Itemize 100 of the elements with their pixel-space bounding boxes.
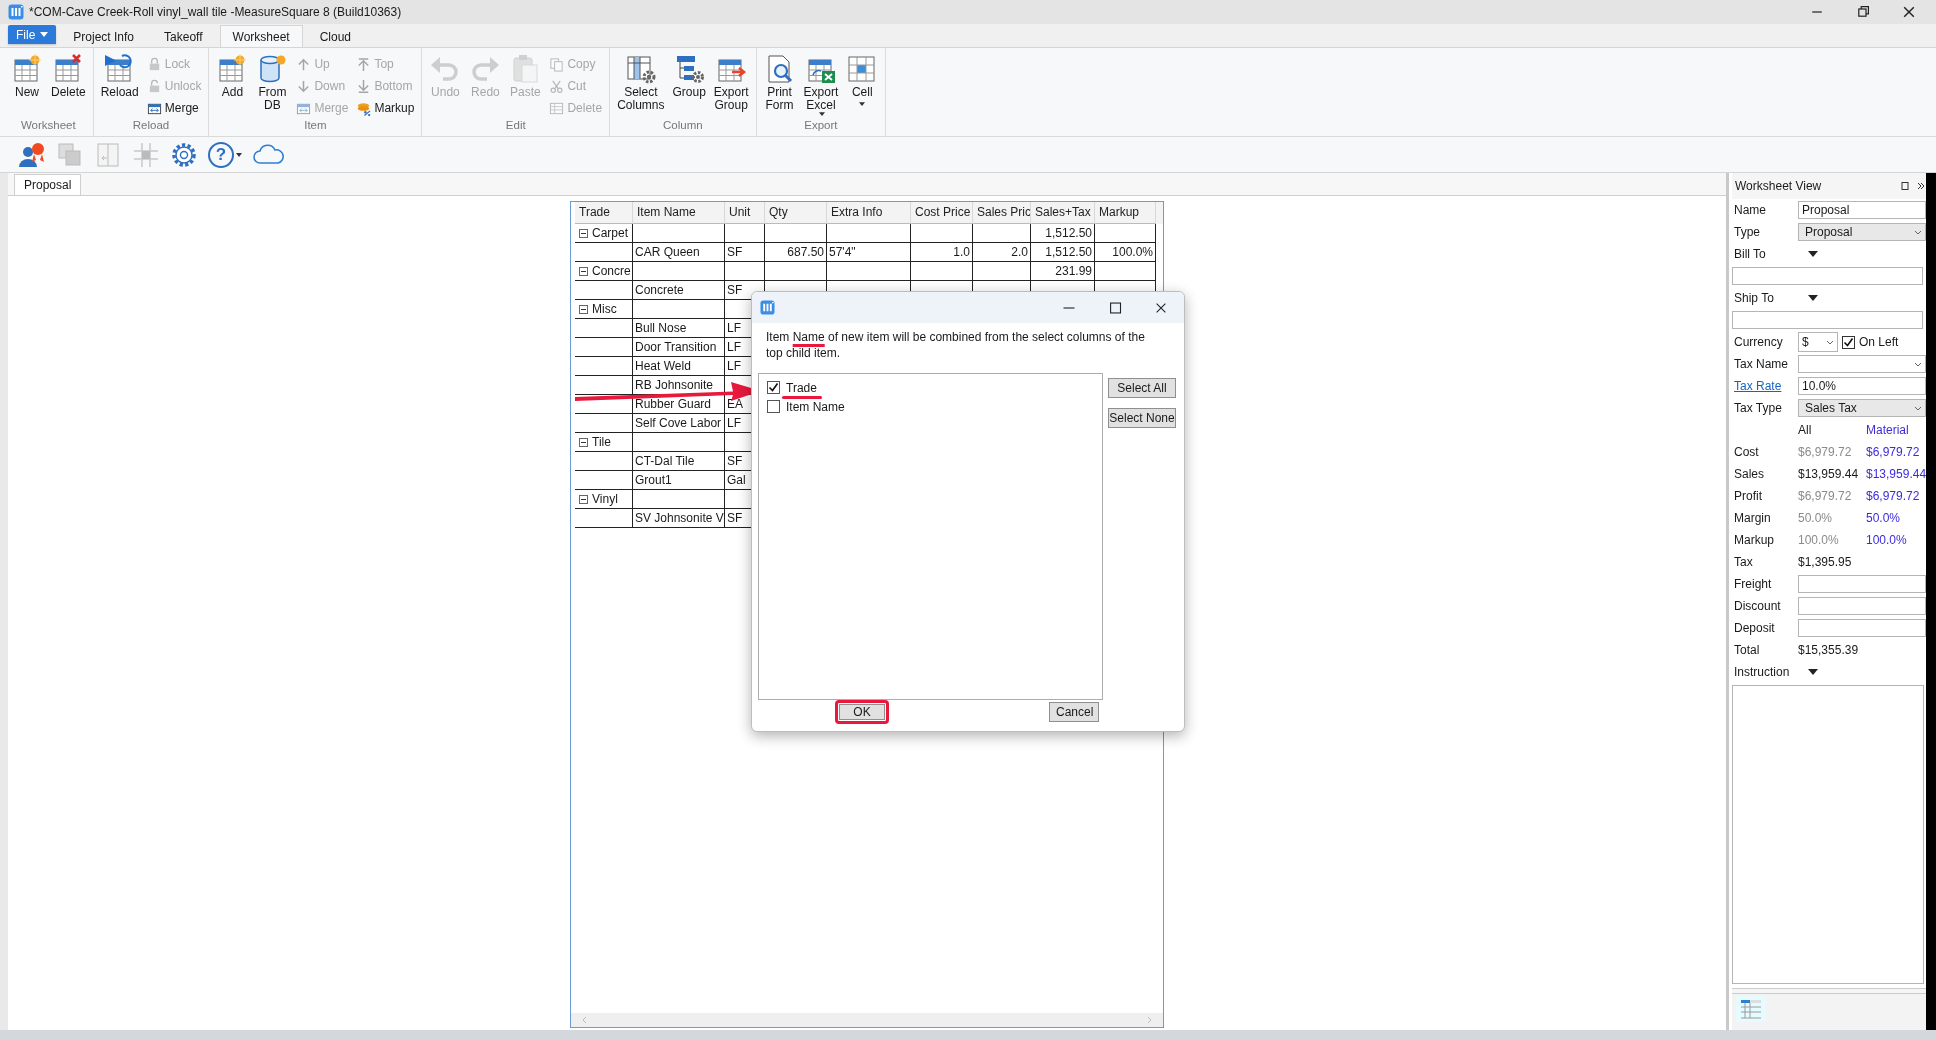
help-button[interactable]: ? [208, 141, 234, 168]
text-field[interactable] [1798, 619, 1926, 637]
group-name: Carpet [592, 225, 629, 242]
user-award-icon[interactable] [18, 140, 46, 169]
column-header[interactable]: Sales Pric [973, 202, 1031, 224]
table-cell: 687.50 [765, 243, 827, 262]
text-field[interactable] [1732, 311, 1923, 329]
checkbox[interactable] [767, 400, 780, 413]
group-name: Vinyl [592, 491, 618, 508]
checkbox-label: Trade [786, 380, 817, 395]
dropdown-field[interactable] [1798, 355, 1926, 373]
table-cell: Heat Weld [633, 357, 725, 376]
table-cell: Self Cove Labor [633, 414, 725, 433]
column-header[interactable]: Cost Price [911, 202, 973, 224]
table-cell: SF [725, 243, 765, 262]
ribbon-button[interactable]: Print Form [760, 50, 799, 112]
checkbox[interactable] [1842, 335, 1855, 349]
column-header[interactable]: Item Name [633, 202, 725, 224]
ribbon-button[interactable]: Reload [97, 50, 142, 99]
summary-value: $6,979.72 [1866, 489, 1921, 503]
table-icon[interactable] [1736, 996, 1766, 1022]
collapse-icon[interactable] [579, 228, 588, 238]
field-label: Instruction [1734, 665, 1791, 679]
column-header[interactable]: Unit [725, 202, 765, 224]
table-cell: Door Transition [633, 338, 725, 357]
text-field[interactable] [1732, 267, 1923, 285]
cloud-icon[interactable] [252, 142, 286, 167]
dropdown-field[interactable]: Sales Tax [1798, 399, 1926, 417]
column-header[interactable]: Markup [1095, 202, 1156, 224]
ok-button[interactable]: OK [839, 704, 885, 720]
table-cell: Bull Nose [633, 319, 725, 338]
text-field[interactable]: Proposal [1798, 201, 1926, 219]
maximize-icon[interactable] [1900, 181, 1910, 191]
ribbon-button[interactable]: From DB [253, 50, 292, 112]
column-header[interactable]: Qty [765, 202, 827, 224]
table-cell: 57'4" [827, 243, 911, 262]
double-chevron-icon[interactable] [1916, 181, 1926, 191]
ribbon-tab[interactable]: Project Info [60, 25, 148, 47]
settings-icon[interactable] [170, 140, 198, 169]
group-label: Export [804, 119, 838, 133]
column-header[interactable]: Trade [575, 202, 633, 224]
table-cell [575, 338, 633, 357]
ribbon-button[interactable]: Delete [48, 50, 89, 99]
caret-icon[interactable] [236, 152, 242, 157]
ribbon-button[interactable]: Select Columns [614, 50, 668, 112]
text-field[interactable] [1798, 597, 1926, 615]
ribbon-tab[interactable]: Takeoff [151, 25, 216, 47]
tax-rate-link[interactable]: Tax Rate [1734, 379, 1798, 393]
field-label: Ship To [1734, 291, 1775, 305]
app-logo-icon [760, 300, 775, 315]
group-label: Edit [505, 119, 526, 133]
ribbon-button[interactable]: Group [669, 50, 709, 99]
text-field[interactable]: 10.0% [1798, 377, 1926, 395]
summary-value: 50.0% [1798, 511, 1834, 525]
ribbon-button[interactable]: Merge [143, 97, 205, 119]
delete-rows-icon [549, 100, 565, 116]
collapse-icon[interactable] [579, 304, 588, 314]
collapse-icon[interactable] [579, 266, 588, 276]
table-cell: 1,512.50 [1031, 224, 1095, 243]
field-label: Margin [1734, 511, 1772, 525]
file-menu-button[interactable]: File [8, 25, 57, 44]
ribbon-button[interactable]: New [8, 50, 46, 99]
panel-title: Worksheet View [1735, 179, 1823, 193]
caret-icon[interactable] [1808, 669, 1818, 675]
ribbon-button[interactable]: Export Excel [800, 50, 842, 116]
field-label: Markup [1734, 533, 1775, 547]
field-label: Name [1734, 203, 1767, 217]
document-tab[interactable]: Proposal [14, 174, 82, 195]
collapse-icon[interactable] [579, 494, 588, 504]
ribbon-button[interactable]: Markup [353, 97, 418, 119]
field-label: Deposit [1734, 621, 1776, 635]
group-label: Column [663, 119, 703, 133]
copy-icon [549, 56, 565, 72]
field-label: Discount [1734, 599, 1782, 613]
table-cell [1095, 224, 1156, 243]
select-button[interactable]: Select None [1108, 408, 1176, 428]
ribbon-button[interactable]: Cell [843, 50, 882, 106]
sheet-star-icon [11, 53, 43, 85]
ribbon-button[interactable]: Export Group [710, 50, 752, 112]
chevron-down-icon [1914, 361, 1922, 367]
splitter-handle[interactable] [1732, 988, 1926, 994]
caret-icon[interactable] [1808, 295, 1818, 301]
ribbon-button[interactable]: Add [213, 50, 252, 99]
ribbon-tab[interactable]: Cloud [306, 25, 365, 47]
column-header[interactable]: Extra Info [827, 202, 911, 224]
table-cell: CAR Queen [633, 243, 725, 262]
cancel-button[interactable]: Cancel [1049, 702, 1099, 722]
text-field[interactable] [1798, 575, 1926, 593]
dropdown-field[interactable]: Proposal [1798, 223, 1926, 241]
field-label: Tax Type [1734, 401, 1783, 415]
summary-value: $6,979.72 [1798, 489, 1853, 503]
checkbox[interactable] [767, 381, 780, 394]
ribbon-tab[interactable]: Worksheet [219, 25, 303, 47]
dropdown-field[interactable]: $ [1798, 332, 1838, 352]
caret-icon[interactable] [1808, 251, 1818, 257]
collapse-icon[interactable] [579, 437, 588, 447]
summary-value: 50.0% [1866, 511, 1902, 525]
table-cell [911, 224, 973, 243]
field-label: Currency [1734, 335, 1784, 349]
select-button[interactable]: Select All [1108, 378, 1176, 398]
